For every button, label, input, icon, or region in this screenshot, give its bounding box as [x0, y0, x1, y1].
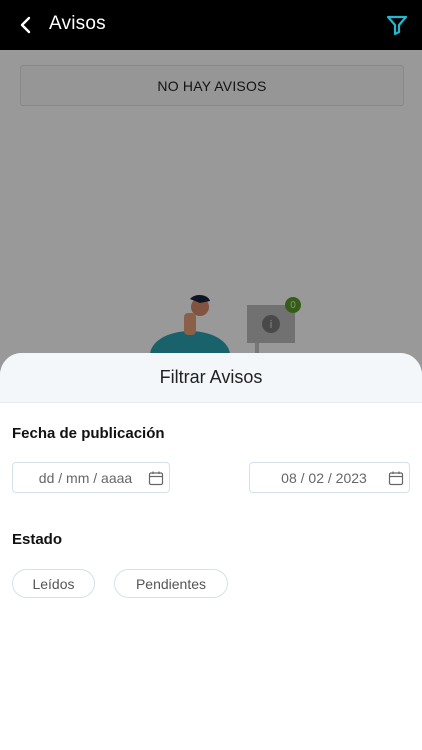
chevron-left-icon	[20, 16, 31, 34]
date-to-value: 08 / 02 / 2023	[281, 469, 367, 486]
sheet-title: Filtrar Avisos	[0, 353, 422, 403]
status-section-label: Estado	[12, 531, 63, 548]
filter-bottom-sheet: Filtrar Avisos Fecha de publicación dd /…	[0, 353, 422, 750]
calendar-icon	[148, 471, 164, 485]
date-from-placeholder: dd / mm / aaaa	[38, 469, 133, 486]
chip-label: Leídos	[32, 575, 75, 592]
date-from-field[interactable]: dd / mm / aaaa	[12, 462, 170, 493]
status-chip-pending[interactable]: Pendientes	[114, 569, 228, 598]
filter-button[interactable]	[386, 14, 408, 36]
top-app-bar: Avisos	[0, 0, 422, 50]
calendar-icon	[388, 471, 404, 485]
date-section-label: Fecha de publicación	[12, 425, 165, 442]
status-chip-read[interactable]: Leídos	[12, 569, 95, 598]
page-title: Avisos	[49, 13, 106, 34]
filter-icon	[386, 15, 408, 36]
chip-label: Pendientes	[135, 575, 207, 592]
back-button[interactable]	[14, 13, 36, 37]
date-to-field[interactable]: 08 / 02 / 2023	[249, 462, 410, 493]
